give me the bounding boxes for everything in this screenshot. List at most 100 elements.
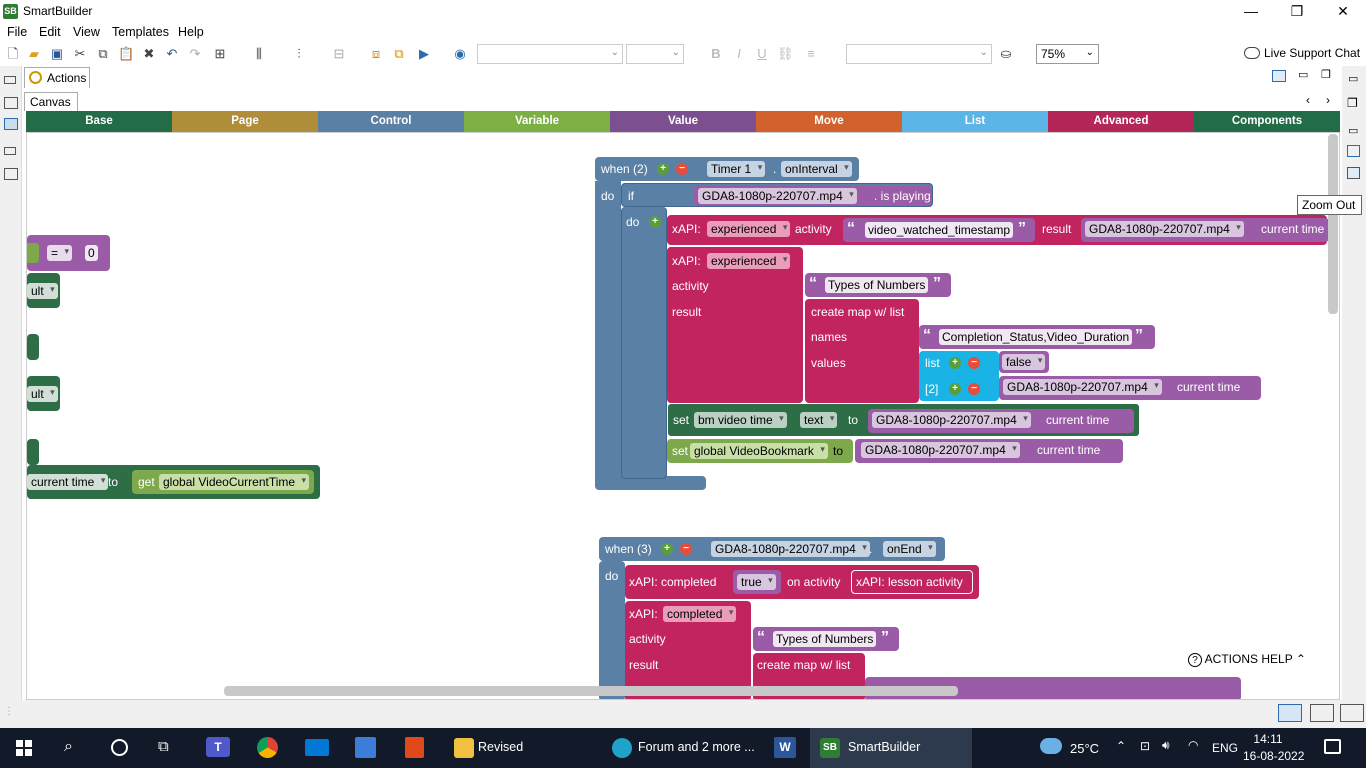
- string-value-4[interactable]: Types of Numbers: [773, 631, 877, 647]
- distribute-icon[interactable]: ⫶: [291, 46, 307, 62]
- copy-icon[interactable]: ⧉: [95, 46, 111, 62]
- lesson-activity-block[interactable]: xAPI: lesson activity: [851, 570, 973, 594]
- windows-start-icon[interactable]: [16, 740, 32, 756]
- tab-canvas-1[interactable]: Canvas 1: [24, 92, 78, 123]
- live-support-link[interactable]: Live Support Chat: [1264, 46, 1360, 60]
- align-icon[interactable]: ⫼: [251, 46, 267, 62]
- when-timer-block[interactable]: when (2) + − Timer 1 . onInterval: [595, 157, 859, 181]
- taskbar-app-smartbuilder[interactable]: SB SmartBuilder: [810, 728, 972, 768]
- xapi-completed-block[interactable]: xAPI: completed true on activity xAPI: l…: [625, 565, 979, 599]
- preview-web-icon[interactable]: ◉: [452, 46, 468, 62]
- category-move[interactable]: Move: [756, 111, 902, 132]
- language-indicator[interactable]: ENG: [1212, 741, 1238, 755]
- result-dropdown-1[interactable]: ult: [27, 283, 58, 299]
- layout-2-icon[interactable]: [1310, 704, 1334, 722]
- video-dropdown-1[interactable]: GDA8-1080p-220707.mp4: [698, 188, 857, 204]
- video-dropdown-4[interactable]: GDA8-1080p-220707.mp4: [872, 412, 1031, 428]
- meet-icon[interactable]: ⊡: [1140, 739, 1150, 753]
- text-property-dropdown[interactable]: text: [800, 412, 838, 428]
- when-video-end-block[interactable]: when (3) + − GDA8-1080p-220707.mp4 . onE…: [599, 537, 945, 561]
- bold-icon[interactable]: B: [708, 46, 724, 62]
- restore-icon[interactable]: ❐: [1274, 0, 1320, 23]
- taskbar-app-edge[interactable]: Forum and 2 more ...: [600, 728, 760, 768]
- result-dropdown-2[interactable]: ult: [27, 386, 58, 402]
- play-icon[interactable]: ▶: [416, 46, 432, 62]
- clock-time[interactable]: 14:11: [1248, 732, 1288, 746]
- string-block-4[interactable]: “ Types of Numbers ”: [753, 627, 899, 651]
- set-global-bookmark-block[interactable]: set global VideoBookmark: [667, 439, 853, 463]
- zoom-select[interactable]: 75% ⌄: [1036, 44, 1099, 64]
- if-add-icon[interactable]: +: [649, 216, 661, 228]
- index-remove-icon[interactable]: −: [968, 383, 980, 395]
- partial-block-1[interactable]: ult: [27, 273, 60, 308]
- teams-icon[interactable]: T: [206, 737, 230, 757]
- is-playing-block[interactable]: GDA8-1080p-220707.mp4 . is playing: [694, 186, 932, 206]
- partial-block-2[interactable]: [27, 334, 39, 360]
- grid-view-icon[interactable]: [1272, 70, 1286, 82]
- close-icon[interactable]: ✕: [1320, 0, 1366, 23]
- global-variable-dropdown[interactable]: global VideoBookmark: [690, 443, 828, 459]
- category-components[interactable]: Components: [1194, 111, 1340, 132]
- chat-icon[interactable]: [1244, 47, 1260, 59]
- create-map-block[interactable]: create map w/ list names values: [805, 299, 919, 403]
- add-param-icon-2[interactable]: +: [661, 543, 673, 555]
- xapi-experienced-inline-block[interactable]: xAPI: experienced activity “ video_watch…: [667, 215, 1329, 245]
- compare-left-input[interactable]: [27, 243, 39, 263]
- get-variable-block[interactable]: get global VideoCurrentTime: [132, 470, 314, 494]
- taskbar-app-revised[interactable]: Revised: [444, 728, 594, 768]
- rail-restore-icon[interactable]: ❐: [1347, 96, 1358, 110]
- verb-dropdown-1[interactable]: experienced: [707, 221, 791, 237]
- layout-3-icon[interactable]: [1340, 704, 1364, 722]
- italic-icon[interactable]: I: [731, 46, 747, 62]
- weather-icon[interactable]: [1040, 738, 1062, 754]
- string-block-2[interactable]: “ Types of Numbers ”: [805, 273, 951, 297]
- xapi-experienced-block[interactable]: xAPI: experienced activity result: [667, 247, 803, 403]
- category-variable[interactable]: Variable: [464, 111, 610, 132]
- volume-icon[interactable]: 🔊︎: [1162, 738, 1170, 753]
- vertical-scrollbar[interactable]: [1328, 134, 1338, 314]
- notifications-icon[interactable]: [1324, 739, 1341, 754]
- number-input[interactable]: 0: [85, 245, 98, 261]
- event-dropdown[interactable]: onInterval: [781, 161, 852, 177]
- menu-help[interactable]: Help: [178, 25, 204, 39]
- set-current-time-block[interactable]: current time to get global VideoCurrentT…: [27, 465, 320, 499]
- string-value-1[interactable]: video_watched_timestamp: [865, 222, 1014, 238]
- list-remove-icon[interactable]: −: [968, 357, 980, 369]
- remove-param-icon-2[interactable]: −: [680, 543, 692, 555]
- list-block[interactable]: list + − [2] + −: [919, 351, 999, 401]
- string-value-3[interactable]: Completion_Status,Video_Duration: [939, 329, 1133, 345]
- index-add-icon[interactable]: +: [949, 383, 961, 395]
- menu-edit[interactable]: Edit: [39, 25, 61, 39]
- sidebar-icon[interactable]: [4, 168, 18, 180]
- video-event-source-dropdown[interactable]: GDA8-1080p-220707.mp4: [711, 541, 870, 557]
- blocks-workspace[interactable]: = 0 ult ult current time to get global V…: [26, 132, 1340, 700]
- end-event-dropdown[interactable]: onEnd: [883, 541, 936, 557]
- panel-minimize-icon[interactable]: ▭: [1298, 68, 1308, 81]
- remove-param-icon[interactable]: −: [676, 163, 688, 175]
- new-file-icon[interactable]: 🗋: [5, 46, 21, 62]
- rail-minimize-icon[interactable]: ▭: [1348, 72, 1358, 85]
- property-dropdown[interactable]: current time: [27, 474, 109, 490]
- tab-actions[interactable]: Actions: [24, 67, 90, 88]
- if-block[interactable]: if GDA8-1080p-220707.mp4 . is playing: [621, 183, 933, 207]
- resize-icon[interactable]: ⊞: [212, 46, 228, 62]
- verb-dropdown-3[interactable]: completed: [663, 606, 737, 622]
- false-block[interactable]: false: [999, 351, 1049, 373]
- variable-dropdown[interactable]: global VideoCurrentTime: [159, 474, 310, 490]
- video-dropdown-3[interactable]: GDA8-1080p-220707.mp4: [1003, 379, 1162, 395]
- font-size-select[interactable]: ⌄: [626, 44, 684, 64]
- operator-dropdown[interactable]: =: [47, 245, 73, 261]
- boolean-dropdown-1[interactable]: false: [1002, 354, 1046, 370]
- scroll-tabs-left-icon[interactable]: ‹: [1306, 93, 1310, 107]
- current-time-block-2[interactable]: GDA8-1080p-220707.mp4 current time: [999, 376, 1261, 400]
- underline-icon[interactable]: U: [754, 46, 770, 62]
- style-select[interactable]: ⌄: [846, 44, 992, 64]
- rail-minimize-2-icon[interactable]: ▭: [1348, 124, 1358, 137]
- ungroup-icon[interactable]: ⧉: [391, 46, 407, 62]
- chrome-icon[interactable]: [257, 737, 278, 758]
- layout-icon[interactable]: [4, 118, 18, 130]
- task-view-icon[interactable]: ⧉: [158, 738, 169, 755]
- actions-help-button[interactable]: ? ACTIONS HELP ⌃: [1188, 652, 1306, 667]
- link-icon[interactable]: ⛓: [777, 46, 794, 62]
- word-icon[interactable]: W: [774, 737, 796, 758]
